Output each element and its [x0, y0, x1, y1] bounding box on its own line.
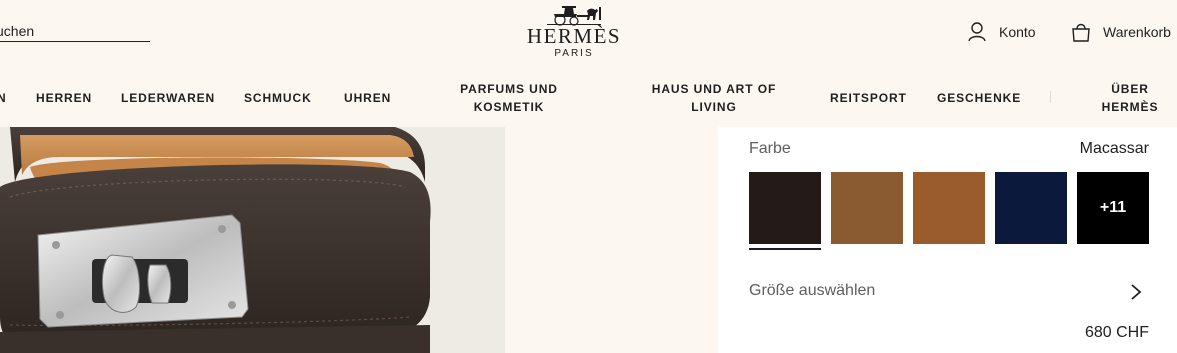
color-swatch[interactable]	[913, 172, 985, 244]
search-label: uchen	[0, 23, 35, 39]
nav-divider	[1050, 91, 1051, 103]
leather-bracelet-image	[0, 127, 431, 353]
nav-item-schmuck[interactable]: SCHMUCK	[244, 89, 312, 107]
color-swatch[interactable]	[831, 172, 903, 244]
nav-item-parfums[interactable]: PARFUMS UND KOSMETIK	[444, 80, 574, 116]
selected-swatch-indicator	[749, 248, 821, 250]
nav-item-partial[interactable]: N	[0, 89, 7, 107]
nav-item-lederwaren[interactable]: LEDERWAREN	[121, 89, 215, 107]
nav-item-herren[interactable]: HERREN	[36, 89, 92, 107]
account-button[interactable]: Konto	[967, 20, 1036, 44]
hermes-logo[interactable]: HERMÈS PARIS	[519, 4, 629, 62]
size-selector-label: Größe auswählen	[749, 282, 876, 299]
nav-item-geschenke[interactable]: GESCHENKE	[937, 89, 1021, 107]
nav-item-ueber-hermes[interactable]: ÜBER HERMÈS	[1092, 80, 1168, 116]
user-icon	[968, 22, 986, 42]
nav-item-haus[interactable]: HAUS UND ART OF LIVING	[634, 80, 794, 116]
cart-label: Warenkorb	[1103, 24, 1171, 40]
color-swatch[interactable]	[995, 172, 1067, 244]
color-swatch-selected[interactable]	[749, 172, 821, 244]
chevron-right-icon	[1131, 284, 1142, 300]
size-selector[interactable]: Größe auswählen	[749, 282, 1149, 304]
price: 680 CHF	[1084, 324, 1149, 341]
brand-city: PARIS	[554, 48, 594, 59]
selected-color-name: Macassar	[1079, 140, 1149, 157]
nav-item-uhren[interactable]: UHREN	[344, 89, 391, 107]
product-image[interactable]	[0, 127, 505, 353]
brand-wordmark: HERMÈS	[526, 24, 622, 48]
search-input[interactable]: uchen	[0, 22, 150, 42]
more-colors-count: +11	[1099, 199, 1127, 216]
color-label: Farbe	[749, 140, 791, 157]
carriage-logo-icon	[547, 6, 601, 26]
cart-button[interactable]: Warenkorb	[1071, 20, 1171, 44]
more-colors-button[interactable]: +11	[1077, 172, 1149, 244]
shopping-bag-icon	[1072, 23, 1090, 42]
account-label: Konto	[999, 24, 1036, 40]
nav-item-reitsport[interactable]: REITSPORT	[830, 89, 907, 107]
